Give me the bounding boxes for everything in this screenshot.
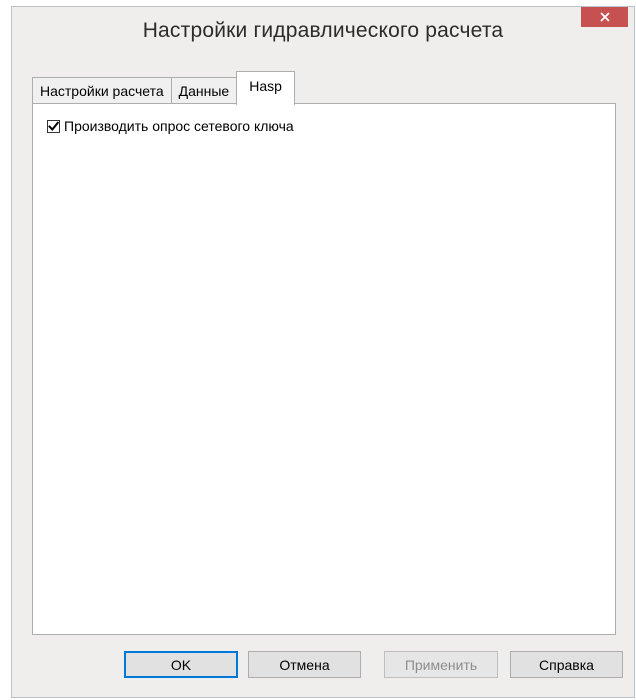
close-button[interactable]	[581, 7, 628, 27]
help-button[interactable]: Справка	[510, 651, 623, 678]
tab-strip: Настройки расчета Данные Hasp	[32, 71, 295, 105]
network-key-checkbox-row[interactable]: Производить опрос сетевого ключа	[47, 118, 294, 134]
network-key-checkbox[interactable]	[47, 119, 60, 133]
dialog-buttons: OK Отмена Применить Справка	[20, 651, 626, 679]
tab-data[interactable]: Данные	[170, 77, 238, 104]
tab-label: Настройки расчета	[40, 83, 164, 99]
checkmark-icon	[48, 120, 59, 131]
close-icon	[599, 12, 610, 22]
ok-button[interactable]: OK	[124, 651, 238, 678]
apply-button-label: Применить	[404, 656, 478, 673]
ok-button-label: OK	[170, 656, 192, 673]
dialog-client-area: Настройки расчета Данные Hasp Производит…	[20, 71, 626, 689]
tab-label: Данные	[178, 83, 230, 99]
tab-label: Hasp	[249, 78, 282, 94]
tab-hasp[interactable]: Hasp	[236, 71, 295, 105]
hasp-tab-panel: Производить опрос сетевого ключа	[32, 103, 616, 635]
cancel-button[interactable]: Отмена	[248, 651, 361, 678]
help-button-label: Справка	[539, 656, 594, 673]
cancel-button-label: Отмена	[279, 656, 330, 673]
title-bar[interactable]: Настройки гидравлического расчета	[12, 7, 634, 63]
apply-button[interactable]: Применить	[384, 651, 498, 678]
tab-calculation-settings[interactable]: Настройки расчета	[32, 77, 172, 104]
network-key-checkbox-label: Производить опрос сетевого ключа	[64, 118, 294, 134]
dialog-window: Настройки гидравлического расчета Настро…	[11, 6, 635, 698]
window-title: Настройки гидравлического расчета	[142, 19, 504, 42]
